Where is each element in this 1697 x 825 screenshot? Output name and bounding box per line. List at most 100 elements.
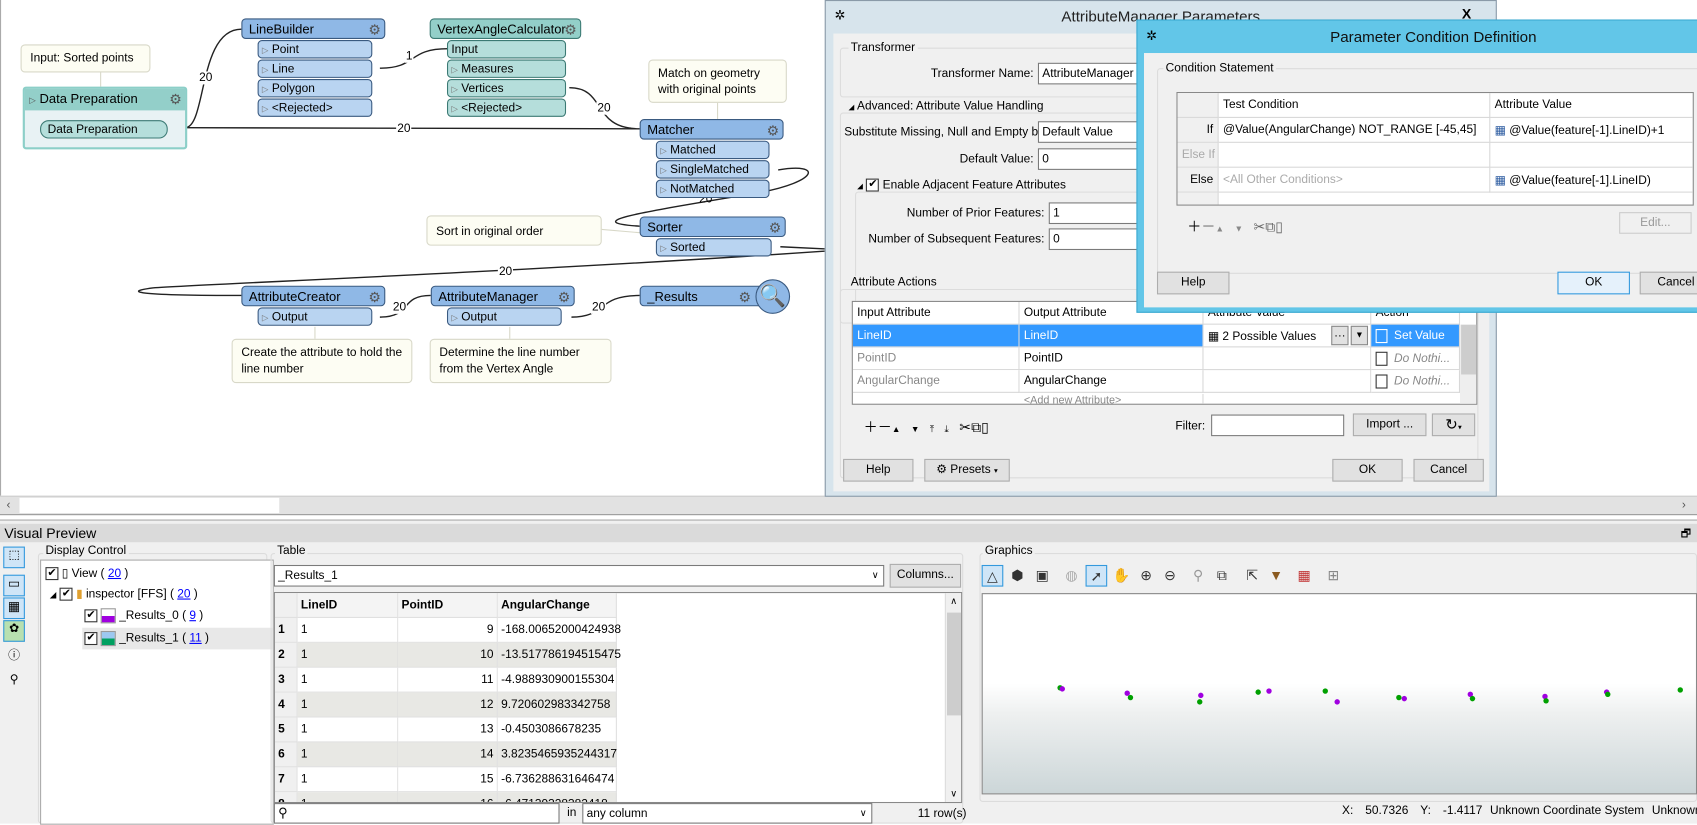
copy-icon[interactable]: ⧉: [971, 419, 981, 435]
checkbox[interactable]: ✔: [45, 567, 59, 581]
orbit-icon[interactable]: ◍: [1061, 565, 1083, 587]
add-icon[interactable]: ＋: [1187, 219, 1201, 235]
cancel-button[interactable]: Cancel: [1413, 458, 1484, 482]
table-row[interactable]: 4 1 12 9.720602983342758: [274, 692, 617, 718]
table-row[interactable]: 1 1 9 -168.00652000424938: [274, 617, 621, 643]
angularchange-cell[interactable]: 9.720602983342758: [497, 692, 617, 718]
angularchange-cell[interactable]: -0.4503086678235: [497, 717, 617, 743]
header-pointid[interactable]: PointID: [398, 593, 498, 618]
collapse-icon[interactable]: ◢: [857, 183, 863, 191]
cut-icon[interactable]: ✂: [1253, 219, 1265, 235]
feature-point-results-0[interactable]: [1266, 688, 1272, 694]
pointid-cell[interactable]: 13: [398, 717, 498, 743]
add-icon[interactable]: ＋: [864, 419, 878, 435]
node-matcher[interactable]: Matcher ⚙: [639, 119, 784, 140]
table-row[interactable]: 6 1 14 3.8235465935244317: [274, 742, 617, 768]
pointid-cell[interactable]: 11: [398, 667, 498, 693]
attribute-value-cell[interactable]: ▦ @Value(feature[-1].LineID)+1: [1490, 118, 1693, 143]
feature-point-results-1[interactable]: [1127, 694, 1134, 701]
inspect-select-icon[interactable]: ⬚: [3, 546, 25, 569]
filter-icon[interactable]: ▼: [1265, 565, 1287, 587]
input-attribute-cell[interactable]: AngularChange: [852, 370, 1020, 393]
header-lineid[interactable]: LineID: [297, 593, 399, 618]
restore-window-icon[interactable]: 🗗: [1681, 526, 1691, 544]
gear-icon[interactable]: ⚙: [558, 289, 571, 306]
annotation-input[interactable]: Input: Sorted points: [20, 44, 151, 73]
move-bottom-icon[interactable]: ⤓: [945, 423, 949, 434]
scroll-down-icon[interactable]: ∨: [950, 788, 957, 800]
lineid-cell[interactable]: 1: [297, 617, 399, 643]
lineid-cell[interactable]: 1: [297, 642, 399, 668]
action-cell[interactable]: Set Value: [1371, 324, 1461, 348]
attribute-value-cell[interactable]: [1490, 143, 1693, 168]
feature-point-results-1[interactable]: [1469, 695, 1476, 702]
display-style-icon[interactable]: △: [981, 564, 1004, 587]
checkbox[interactable]: ✔: [84, 609, 98, 623]
output-attribute-cell[interactable]: AngularChange: [1019, 370, 1204, 393]
table-view-icon[interactable]: ▦: [3, 597, 25, 620]
scrollbar-thumb[interactable]: [19, 497, 280, 514]
gear-icon[interactable]: ⚙: [564, 22, 577, 39]
gear-icon[interactable]: ⚙: [767, 122, 780, 139]
presets-button[interactable]: ⚙ Presets ▾: [924, 458, 1010, 482]
tree-item-view[interactable]: ✔ ▯ View ( 20 ): [45, 566, 128, 581]
feature-point-results-0[interactable]: [1334, 699, 1340, 705]
attribute-value-cell[interactable]: [1203, 370, 1372, 393]
collapse-icon[interactable]: ◢: [849, 104, 855, 112]
add-geometry-icon[interactable]: ⊞: [1323, 565, 1345, 587]
port-data-preparation[interactable]: Data Preparation: [40, 120, 168, 139]
color-palette-icon[interactable]: ▦: [1293, 565, 1315, 587]
table-row[interactable]: 8116-6.47139328382418: [274, 792, 617, 802]
annotation-determine[interactable]: Determine the line number from the Verte…: [429, 338, 612, 384]
remove-icon[interactable]: －: [1201, 219, 1215, 235]
lineid-cell[interactable]: 1: [297, 742, 399, 768]
ellipsis-button[interactable]: …: [1331, 325, 1349, 346]
port-notmatched[interactable]: ▷ NotMatched: [655, 179, 770, 199]
move-top-icon[interactable]: ⤒: [930, 423, 934, 434]
table-row[interactable]: 3 1 11 -4.988930900155304: [274, 667, 617, 693]
gear-icon[interactable]: ⚙: [368, 289, 381, 306]
cancel-button[interactable]: Cancel: [1639, 271, 1697, 295]
table-row[interactable]: 7 1 15 -6.736288631646474: [274, 767, 617, 793]
feature-point-results-1[interactable]: [1197, 699, 1203, 705]
scroll-up-icon[interactable]: ∧: [950, 595, 957, 607]
feature-point-results-1[interactable]: [1255, 689, 1261, 695]
attribute-value-cell[interactable]: [1203, 347, 1372, 371]
angularchange-cell[interactable]: -6.736288631646474: [497, 767, 617, 793]
gear-icon[interactable]: ⚙: [769, 220, 782, 237]
header-input-attribute[interactable]: Input Attribute: [852, 301, 1020, 325]
port-rejected[interactable]: ▷ <Rejected>: [257, 98, 373, 117]
input-attribute-cell[interactable]: PointID: [852, 347, 1020, 371]
collapse-icon[interactable]: ◢: [50, 590, 57, 600]
background-map-icon[interactable]: ▣: [1031, 565, 1053, 587]
angularchange-cell[interactable]: -13.517786194515475: [497, 642, 621, 668]
gear-icon[interactable]: ⚙: [739, 289, 752, 306]
feature-point-results-0[interactable]: [1401, 695, 1407, 702]
column-filter-select[interactable]: any column ∨: [582, 803, 873, 824]
bookmark-data-preparation[interactable]: ▷ Data Preparation ⚙ Data Preparation: [22, 86, 188, 150]
zoom-window-icon[interactable]: ⧉: [1211, 565, 1233, 587]
table-row[interactable]: 5 1 13 -0.4503086678235: [274, 717, 617, 743]
test-condition-cell[interactable]: [1218, 142, 1491, 168]
angularchange-cell[interactable]: -4.988930900155304: [497, 667, 617, 693]
select-info-icon[interactable]: ➚: [1085, 564, 1108, 587]
attribute-value-cell[interactable]: ▦ @Value(feature[-1].LineID): [1490, 168, 1693, 193]
angularchange-cell[interactable]: -6.47139328382418: [497, 792, 617, 802]
paste-icon[interactable]: ▯: [981, 419, 989, 435]
lineid-cell[interactable]: 1: [297, 792, 399, 802]
ok-button[interactable]: OK: [1557, 271, 1630, 295]
angularchange-cell[interactable]: -168.00652000424938: [497, 617, 621, 643]
node-attributecreator[interactable]: AttributeCreator ⚙: [241, 285, 386, 307]
scroll-right-icon[interactable]: ›: [1682, 499, 1686, 512]
port-vertices[interactable]: ▷ Vertices: [446, 79, 567, 98]
feature-point-results-1[interactable]: [1677, 687, 1683, 693]
expand-icon[interactable]: ▷: [29, 95, 36, 105]
copy-icon[interactable]: ⧉: [1265, 219, 1275, 235]
refresh-menu-button[interactable]: ↻▾: [1431, 413, 1476, 437]
feature-info-icon[interactable]: ⓘ: [3, 646, 25, 665]
tree-item-results-1[interactable]: ✔ _Results_1 ( 11 ): [82, 627, 273, 650]
annotation-create[interactable]: Create the attribute to hold the line nu…: [231, 338, 413, 384]
inspector-settings-icon[interactable]: ⚲: [3, 672, 25, 691]
graphics-view-icon[interactable]: ✿: [3, 620, 25, 642]
import-button[interactable]: Import ...: [1352, 413, 1427, 437]
